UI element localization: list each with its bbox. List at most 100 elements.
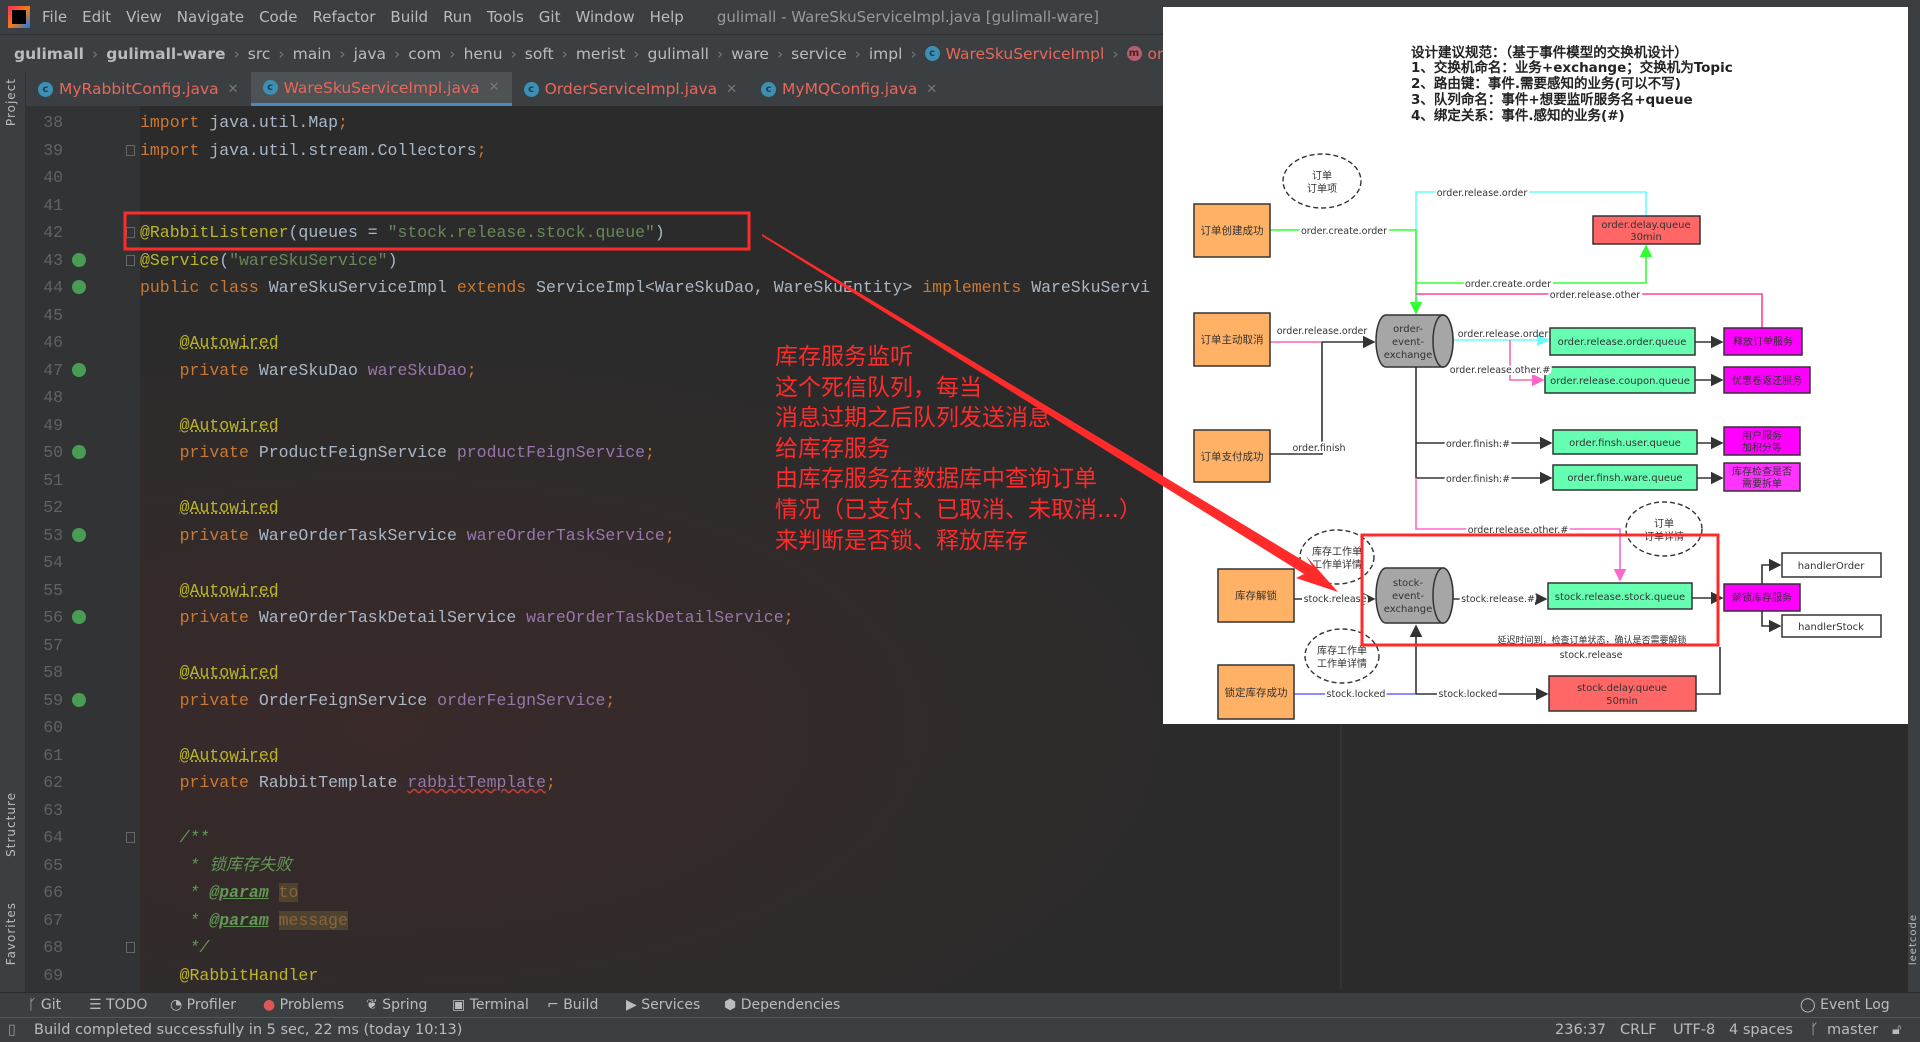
- event-log-label: Event Log: [1820, 997, 1890, 1013]
- toolwindow-terminal[interactable]: ▣ Terminal: [452, 997, 529, 1013]
- diagram-rule-2: 2、路由键：事件.需要感知的业务(可以不写): [1411, 75, 1681, 92]
- toolwindow-label: Problems: [279, 997, 345, 1013]
- entity-order: 订单: [1312, 170, 1332, 182]
- git-branch[interactable]: master: [1827, 1022, 1878, 1038]
- queue-coupon: order.release.coupon.queue: [1550, 376, 1690, 387]
- event-stock-unlock: 库存解锁: [1235, 589, 1277, 602]
- toolwindow-git[interactable]: ᚴ Git: [28, 997, 61, 1013]
- route-finish-hash-2: order.finish.#: [1446, 474, 1510, 485]
- diagram-image: 设计建议规范：（基于事件模型的交换机设计） 1、交换机命名：业务+exchang…: [1163, 7, 1908, 724]
- toolwindow-label: Services: [641, 997, 701, 1013]
- exchange-stock-2: event-: [1392, 591, 1424, 602]
- route-finish-hash-1: order.finish.#: [1446, 439, 1510, 450]
- services-icon: ▶: [626, 997, 642, 1013]
- route-release-other-hash: order.release.other.#: [1450, 365, 1551, 376]
- toolwindow-spring[interactable]: ❦ Spring: [366, 997, 427, 1013]
- entity-stock-task-detail-2: 工作单详情: [1317, 657, 1367, 670]
- event-log-button[interactable]: ◯ Event Log: [1800, 997, 1890, 1013]
- route-release-order-in: order.release.order: [1277, 326, 1368, 337]
- queue-order-delay-ttl: 30min: [1630, 232, 1662, 243]
- queue-order-release: order.release.order.queue: [1558, 337, 1687, 348]
- service-coupon-return: 优惠卷返还服务: [1732, 374, 1802, 387]
- toolwindow-problems[interactable]: ● Problems: [263, 997, 344, 1013]
- event-order-cancel: 订单主动取消: [1201, 333, 1264, 346]
- diagram-rule-4: 4、绑定关系：事件.感知的业务(#): [1411, 107, 1625, 124]
- status-bar: ▯ Build completed successfully in 5 sec,…: [0, 1017, 1920, 1042]
- spring-icon: ❦: [366, 997, 383, 1013]
- route-create-order: order.create.order: [1301, 226, 1387, 237]
- dependencies-icon: ⬢: [724, 997, 741, 1013]
- todo-icon: ☰: [89, 997, 107, 1013]
- caret-position[interactable]: 236:37: [1555, 1022, 1606, 1038]
- route-stock-release-2: stock.release: [1560, 650, 1623, 661]
- diagram-title: 设计建议规范：（基于事件模型的交换机设计）: [1411, 44, 1688, 61]
- handler-order: handlerOrder: [1798, 561, 1866, 572]
- route-release-other: order.release.other: [1550, 290, 1641, 301]
- diagram-rule-1: 1、交换机命名：业务+exchange；交换机为Topic: [1411, 59, 1733, 76]
- toolwindow-label: Profiler: [186, 997, 236, 1013]
- exchange-order-3: exchange: [1384, 350, 1433, 361]
- toolwindow-services[interactable]: ▶ Services: [626, 997, 700, 1013]
- build-icon: ⌐: [547, 997, 564, 1013]
- route-create-order-2: order.create.order: [1465, 279, 1551, 290]
- event-order-created: 订单创建成功: [1201, 224, 1264, 237]
- entity-order-detail: 订单: [1654, 518, 1674, 530]
- profiler-icon: ◔: [170, 997, 187, 1013]
- exchange-order-2: event-: [1392, 337, 1424, 348]
- entity-order-item: 订单项: [1307, 183, 1337, 195]
- route-stock-locked-2: stock.locked: [1439, 689, 1498, 700]
- queue-order-delay: order.delay.queue: [1601, 220, 1690, 231]
- status-toggle-icon[interactable]: ▯: [8, 1022, 16, 1038]
- toolwindow-label: Build: [563, 997, 599, 1013]
- event-stock-locked: 锁定库存成功: [1225, 686, 1288, 699]
- service-unlock-stock: 解锁库存服务: [1732, 591, 1792, 604]
- route-stock-locked-1: stock.locked: [1327, 689, 1386, 700]
- toolwindow-todo[interactable]: ☰ TODO: [89, 997, 147, 1013]
- service-stock-check: 库存检查是否: [1732, 465, 1792, 478]
- indent-setting[interactable]: 4 spaces: [1729, 1022, 1793, 1038]
- queue-finish-ware: order.finsh.ware.queue: [1567, 473, 1682, 484]
- route-finish: order.finish: [1292, 443, 1345, 454]
- listener-highlight-box: [123, 211, 751, 251]
- toolwindow-label: Spring: [382, 997, 428, 1013]
- file-encoding[interactable]: UTF-8: [1673, 1022, 1715, 1038]
- queue-stock-delay: stock.delay.queue: [1577, 683, 1667, 694]
- lock-icon[interactable]: 🔓︎: [1892, 1022, 1901, 1038]
- service-user-points: 用户服务: [1742, 429, 1782, 442]
- toolwindow-dependencies[interactable]: ⬢ Dependencies: [724, 997, 840, 1013]
- exchange-stock-3: exchange: [1384, 604, 1433, 615]
- status-message: Build completed successfully in 5 sec, 2…: [34, 1022, 463, 1038]
- event-log-icon: ◯: [1800, 997, 1821, 1013]
- toolwindow-label: TODO: [106, 997, 148, 1013]
- overlay: 设计建议规范：（基于事件模型的交换机设计） 1、交换机命名：业务+exchang…: [123, 7, 1908, 990]
- entity-stock-task-2: 库存工作单: [1317, 644, 1367, 657]
- toolwindow-label: Dependencies: [740, 997, 841, 1013]
- toolwindow-label: Terminal: [469, 997, 529, 1013]
- git-branch-icon: ᚴ: [1810, 1022, 1819, 1038]
- service-stock-check-2: 需要拆单: [1742, 477, 1782, 490]
- line-separator[interactable]: CRLF: [1620, 1022, 1657, 1038]
- queue-stock-release: stock.release.stock.queue: [1555, 592, 1685, 603]
- exchange-order-1: order-: [1393, 324, 1423, 335]
- handler-stock: handlerStock: [1798, 622, 1864, 633]
- event-order-paid: 订单支付成功: [1201, 450, 1264, 463]
- exchange-stock-1: stock-: [1393, 578, 1424, 589]
- toolwindow-profiler[interactable]: ◔ Profiler: [170, 997, 236, 1013]
- service-user-points-2: 加积分等: [1742, 441, 1782, 454]
- entity-stock-task: 库存工作单: [1312, 545, 1362, 558]
- route-stock-release: stock.release: [1304, 594, 1367, 605]
- tool-window-bar: ᚴ Git ☰ TODO ◔ Profiler ● Problems ❦ Spring ▣…: [0, 992, 1920, 1017]
- route-release-order-top: order.release.order: [1437, 188, 1528, 199]
- terminal-icon: ▣: [452, 997, 470, 1013]
- toolwindow-build[interactable]: ⌐ Build: [547, 997, 598, 1013]
- git-icon: ᚴ: [28, 997, 41, 1013]
- entity-stock-task-detail: 工作单详情: [1312, 558, 1362, 571]
- problems-icon: ●: [263, 997, 280, 1013]
- diagram-rule-3: 3、队列命名：事件+想要监听服务名+queue: [1411, 91, 1693, 108]
- route-release-order-out: order.release.order: [1458, 329, 1549, 340]
- service-release-order: 释放订单服务: [1733, 335, 1793, 348]
- queue-stock-delay-ttl: 50min: [1606, 696, 1638, 707]
- route-stock-release-hash: stock.release.#: [1461, 594, 1535, 605]
- queue-finish-user: order.finsh.user.queue: [1569, 438, 1681, 449]
- toolwindow-label: Git: [40, 997, 62, 1013]
